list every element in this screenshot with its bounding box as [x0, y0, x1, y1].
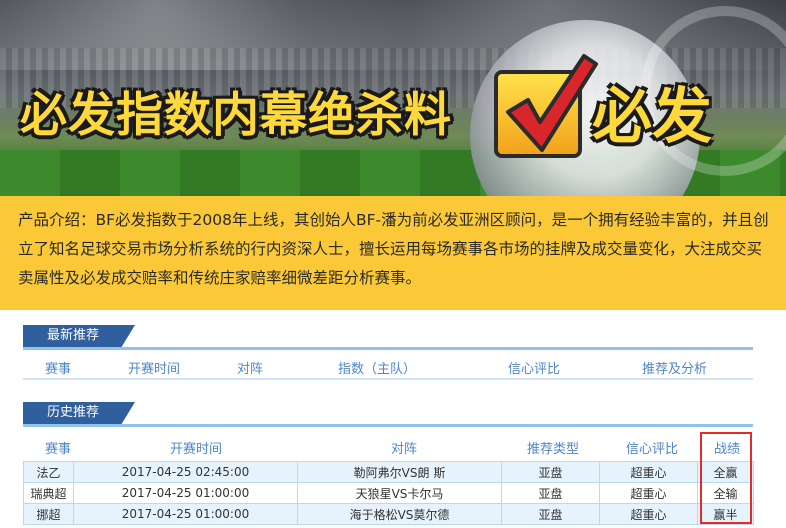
cell-type: 亚盘: [501, 503, 600, 525]
latest-header-confidence: 信心评比: [508, 362, 561, 377]
page: 必发指数内幕绝杀料 必发 产品介绍：BF必发指数于2008年上线，其创始人BF-…: [0, 0, 786, 528]
table-row: 法乙 2017-04-25 02:45:00 勒阿弗尔VS朗 斯 亚盘 超重心 …: [23, 461, 754, 483]
cell-confidence: 超重心: [599, 503, 698, 525]
product-intro-text: 产品介绍：BF必发指数于2008年上线，其创始人BF-潘为前必发亚洲区顾问，是一…: [18, 211, 769, 287]
cell-league: 法乙: [23, 461, 74, 483]
latest-divider: [23, 378, 753, 380]
history-header-confidence: 信心评比: [626, 442, 679, 457]
history-header-match: 赛事: [45, 442, 72, 457]
history-header-fixture: 对阵: [391, 442, 418, 457]
latest-header-analysis: 推荐及分析: [642, 362, 708, 377]
latest-header-index: 指数（主队）: [338, 362, 417, 377]
checkmark-icon: [494, 54, 598, 158]
cell-time: 2017-04-25 01:00:00: [73, 482, 298, 504]
history-table: 法乙 2017-04-25 02:45:00 勒阿弗尔VS朗 斯 亚盘 超重心 …: [23, 461, 754, 525]
cell-league: 挪超: [23, 503, 74, 525]
cell-type: 亚盘: [501, 461, 600, 483]
banner-badge-text: 必发: [592, 82, 712, 152]
latest-section-bar: 最新推荐: [23, 325, 753, 351]
latest-header-fixture: 对阵: [237, 362, 264, 377]
cell-confidence: 超重心: [599, 461, 698, 483]
cell-fixture: 海于格松VS莫尔德: [297, 503, 502, 525]
cell-confidence: 超重心: [599, 482, 698, 504]
table-row: 瑞典超 2017-04-25 01:00:00 天狼星VS卡尔马 亚盘 超重心 …: [23, 482, 754, 504]
table-row: 挪超 2017-04-25 01:00:00 海于格松VS莫尔德 亚盘 超重心 …: [23, 503, 754, 525]
cell-fixture: 天狼星VS卡尔马: [297, 482, 502, 504]
cell-type: 亚盘: [501, 482, 600, 504]
product-intro: 产品介绍：BF必发指数于2008年上线，其创始人BF-潘为前必发亚洲区顾问，是一…: [0, 196, 786, 310]
tab-history[interactable]: 历史推荐: [23, 402, 135, 424]
latest-header-time: 开赛时间: [128, 362, 181, 377]
hero-banner: 必发指数内幕绝杀料 必发: [0, 0, 786, 196]
history-header-type: 推荐类型: [527, 442, 580, 457]
section-divider: [23, 424, 753, 427]
banner-title: 必发指数内幕绝杀料: [20, 88, 452, 143]
cell-time: 2017-04-25 02:45:00: [73, 461, 298, 483]
result-column-highlight: [700, 432, 752, 524]
history-section-bar: 历史推荐: [23, 402, 753, 428]
history-header-time: 开赛时间: [170, 442, 223, 457]
cell-league: 瑞典超: [23, 482, 74, 504]
cell-time: 2017-04-25 01:00:00: [73, 503, 298, 525]
cell-fixture: 勒阿弗尔VS朗 斯: [297, 461, 502, 483]
latest-header-match: 赛事: [45, 362, 72, 377]
tab-latest[interactable]: 最新推荐: [23, 325, 135, 347]
section-divider: [23, 347, 753, 350]
